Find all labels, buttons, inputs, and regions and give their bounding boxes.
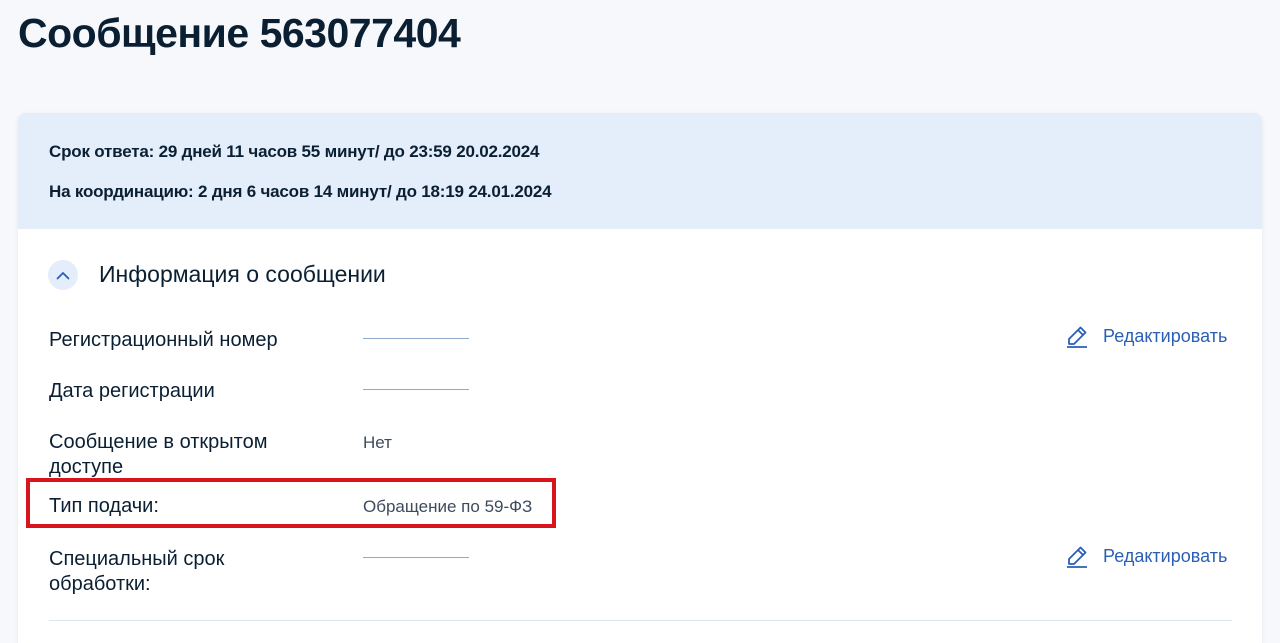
edit-label: Редактировать bbox=[1103, 325, 1228, 346]
pencil-icon bbox=[1067, 326, 1087, 348]
deadline-banner: Срок ответа: 29 дней 11 часов 55 минут/ … bbox=[18, 113, 1262, 229]
section-collapse-button[interactable] bbox=[48, 260, 78, 290]
section-divider bbox=[49, 620, 1232, 621]
pencil-icon bbox=[1067, 546, 1087, 568]
special-deadline-label: Специальный срок обработки: bbox=[49, 548, 225, 595]
submission-type-value: Обращение по 59-ФЗ bbox=[363, 497, 533, 516]
public-access-value: Нет bbox=[363, 433, 392, 452]
reg-number-empty-value bbox=[363, 338, 469, 339]
special-deadline-empty-value bbox=[363, 557, 469, 558]
reg-date-label: Дата регистрации bbox=[49, 380, 215, 402]
public-access-label: Сообщение в открытом доступе bbox=[49, 431, 268, 478]
reg-date-empty-value bbox=[363, 389, 469, 390]
edit-special-deadline-button[interactable]: Редактировать bbox=[1065, 544, 1227, 568]
edit-label: Редактировать bbox=[1103, 545, 1228, 566]
coordination-deadline: На координацию: 2 дня 6 часов 14 минут/ … bbox=[49, 182, 552, 201]
reg-number-label: Регистрационный номер bbox=[49, 329, 278, 351]
response-deadline: Срок ответа: 29 дней 11 часов 55 минут/ … bbox=[49, 142, 540, 161]
message-card: Срок ответа: 29 дней 11 часов 55 минут/ … bbox=[18, 113, 1262, 643]
edit-reg-number-button[interactable]: Редактировать bbox=[1065, 324, 1227, 348]
section-title: Информация о сообщении bbox=[99, 261, 386, 287]
submission-type-label: Тип подачи: bbox=[49, 495, 159, 517]
page-title: Сообщение 563077404 bbox=[18, 10, 461, 56]
chevron-up-icon bbox=[56, 271, 70, 279]
